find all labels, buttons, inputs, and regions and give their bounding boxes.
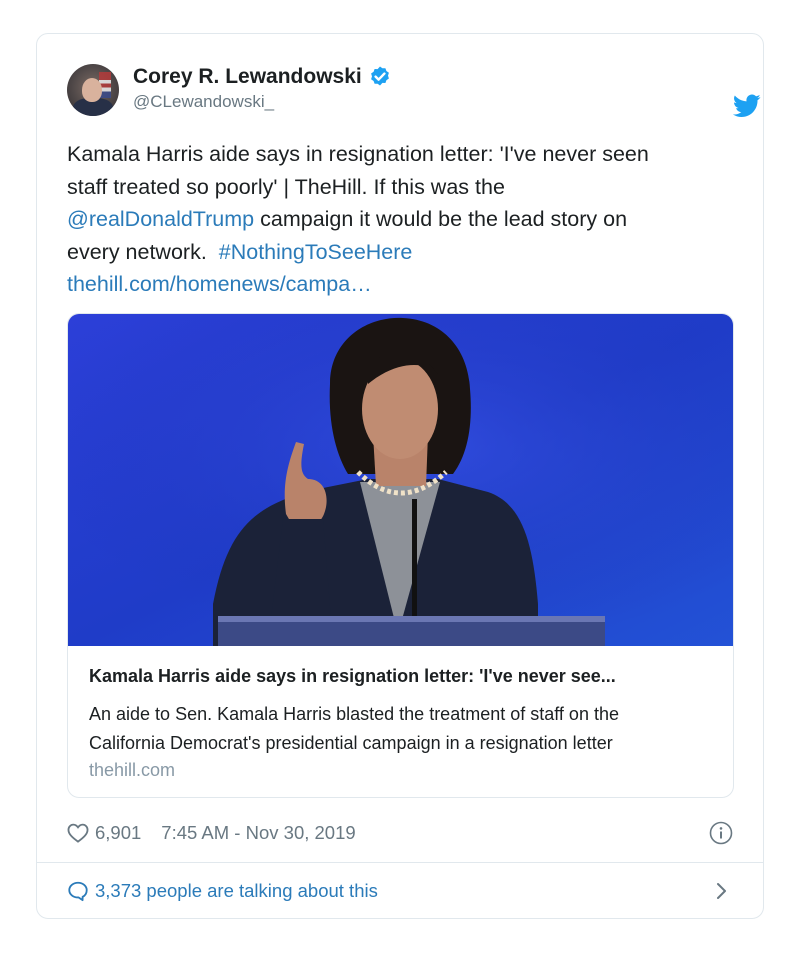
mention-link[interactable]: @realDonaldTrump	[67, 207, 254, 231]
card-description-line-1: An aide to Sen. Kamala Harris blasted th…	[89, 704, 619, 724]
like-count[interactable]: 6,901	[95, 822, 141, 844]
heart-icon[interactable]	[67, 823, 89, 843]
conversation-link[interactable]: 3,373 people are talking about this	[67, 877, 378, 905]
hashtag-link[interactable]: #NothingToSeeHere	[219, 240, 413, 264]
author-avatar[interactable]	[67, 64, 119, 116]
tweet-meta: 6,901 7:45 AM - Nov 30, 2019	[67, 820, 356, 846]
tweet-text: Kamala Harris aide says in resignation l…	[67, 138, 735, 301]
talking-count-text: 3,373 people are talking about this	[95, 880, 378, 901]
info-icon[interactable]	[709, 821, 733, 845]
tweet-text-line-2: staff treated so poorly' | TheHill. If t…	[67, 174, 505, 199]
tweet-header: Corey R. Lewandowski @CLewandowski_	[67, 64, 761, 120]
verified-badge-icon	[370, 66, 389, 86]
tweet-timestamp[interactable]: 7:45 AM - Nov 30, 2019	[161, 822, 355, 844]
author-name[interactable]: Corey R. Lewandowski	[133, 65, 362, 89]
article-photo	[68, 314, 733, 646]
footer-divider	[37, 862, 763, 863]
avatar-face	[82, 78, 102, 102]
article-url-link[interactable]: thehill.com/homenews/campa…	[67, 268, 735, 301]
comment-bubble-icon	[68, 881, 88, 902]
card-title[interactable]: Kamala Harris aide says in resignation l…	[89, 666, 714, 687]
card-description: An aide to Sen. Kamala Harris blasted th…	[89, 700, 714, 758]
tweet-text-line-4: every network. #NothingToSeeHere	[67, 236, 735, 269]
chevron-right-icon[interactable]	[715, 880, 729, 902]
tweet-text-line-4-text: every network.	[67, 239, 219, 264]
author-name-row[interactable]: Corey R. Lewandowski	[133, 64, 392, 90]
tweet-text-line-1: Kamala Harris aide says in resignation l…	[67, 142, 649, 166]
link-preview-card[interactable]: Kamala Harris aide says in resignation l…	[67, 313, 734, 798]
twitter-bird-icon[interactable]	[733, 94, 761, 118]
card-domain: thehill.com	[89, 760, 176, 780]
author-handle[interactable]: @CLewandowski_	[133, 92, 274, 112]
tweet-embed-card: Corey R. Lewandowski @CLewandowski_ Kama…	[36, 33, 764, 919]
tweet-text-line-3: @realDonaldTrump campaign it would be th…	[67, 203, 735, 236]
tweet-text-line-3-rest: campaign it would be the lead story on	[254, 207, 628, 231]
card-description-line-2: California Democrat's presidential campa…	[89, 733, 613, 753]
